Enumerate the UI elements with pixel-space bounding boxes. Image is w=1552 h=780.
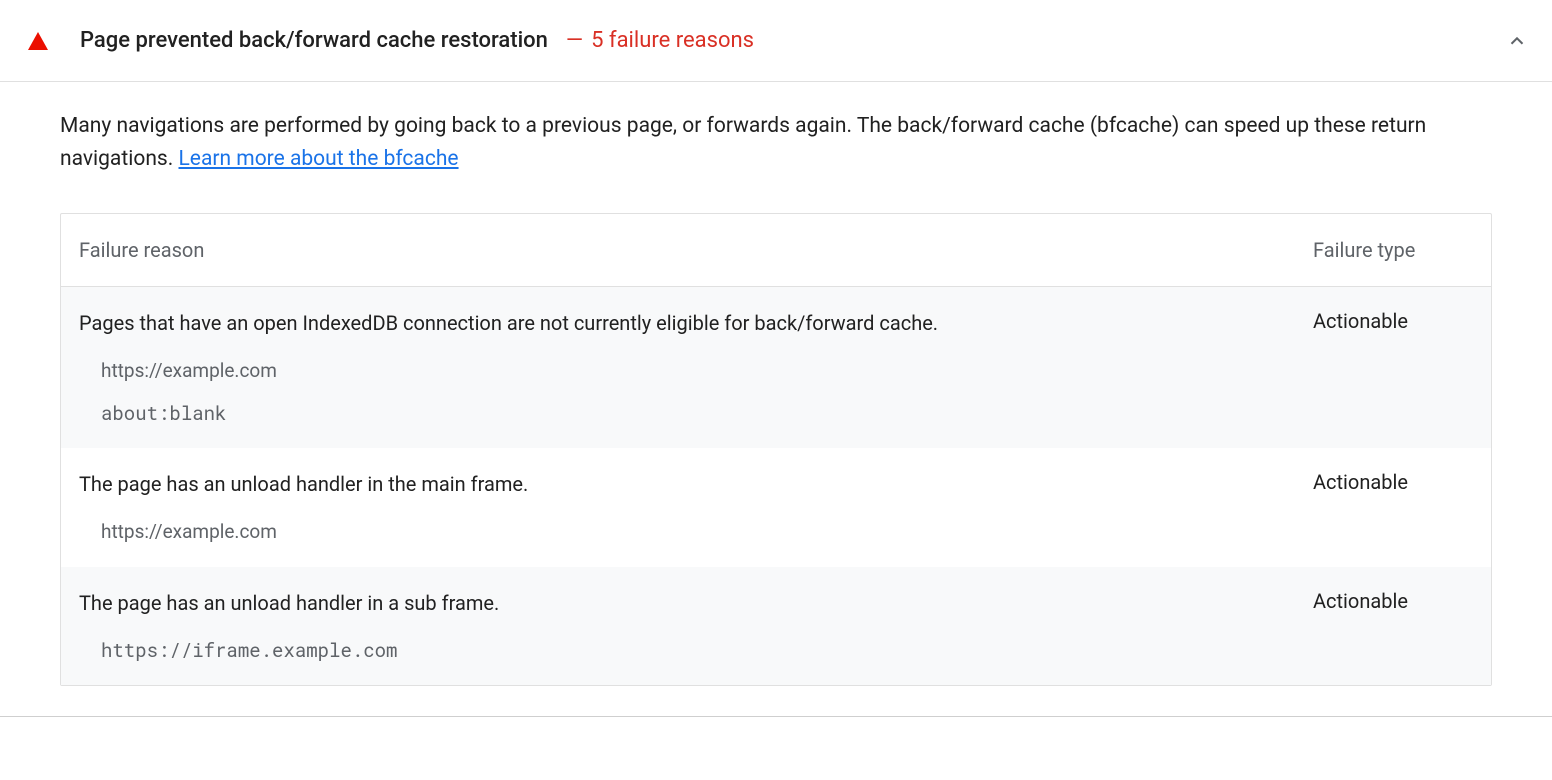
- panel-subtitle-separator: —: [566, 28, 583, 53]
- table-row: The page has an unload handler in a sub …: [61, 567, 1491, 686]
- failure-reason: The page has an unload handler in the ma…: [79, 470, 1313, 498]
- audit-panel: Page prevented back/forward cache restor…: [0, 0, 1552, 717]
- column-header-type: Failure type: [1313, 238, 1473, 262]
- table-row: The page has an unload handler in the ma…: [61, 448, 1491, 567]
- failure-url-list: https://example.com about:blank: [79, 357, 1473, 428]
- column-header-reason: Failure reason: [79, 238, 1313, 262]
- failure-reason: Pages that have an open IndexedDB connec…: [79, 309, 1313, 337]
- table-body: Pages that have an open IndexedDB connec…: [61, 287, 1491, 685]
- failure-type: Actionable: [1313, 309, 1473, 333]
- table-row-main: Pages that have an open IndexedDB connec…: [79, 309, 1473, 337]
- table-row: Pages that have an open IndexedDB connec…: [61, 287, 1491, 448]
- failure-type: Actionable: [1313, 589, 1473, 613]
- table-row-main: The page has an unload handler in the ma…: [79, 470, 1473, 498]
- warning-triangle-icon: [28, 32, 48, 50]
- panel-header[interactable]: Page prevented back/forward cache restor…: [0, 0, 1552, 82]
- panel-subtitle: 5 failure reasons: [591, 28, 754, 53]
- failure-reason: The page has an unload handler in a sub …: [79, 589, 1313, 617]
- chevron-up-icon[interactable]: [1506, 30, 1528, 52]
- table-header: Failure reason Failure type: [61, 214, 1491, 287]
- failure-url-list: https://iframe.example.com: [79, 637, 1473, 666]
- panel-title: Page prevented back/forward cache restor…: [80, 28, 548, 53]
- failure-url: about:blank: [101, 400, 1473, 429]
- failure-url: https://example.com: [101, 518, 1473, 547]
- failure-url: https://iframe.example.com: [101, 637, 1473, 666]
- learn-more-link[interactable]: Learn more about the bfcache: [179, 147, 459, 171]
- failure-url: https://example.com: [101, 357, 1473, 386]
- table-row-main: The page has an unload handler in a sub …: [79, 589, 1473, 617]
- panel-body: Many navigations are performed by going …: [0, 82, 1552, 716]
- failure-type: Actionable: [1313, 470, 1473, 494]
- panel-description: Many navigations are performed by going …: [60, 110, 1492, 175]
- failure-table: Failure reason Failure type Pages that h…: [60, 213, 1492, 686]
- failure-url-list: https://example.com: [79, 518, 1473, 547]
